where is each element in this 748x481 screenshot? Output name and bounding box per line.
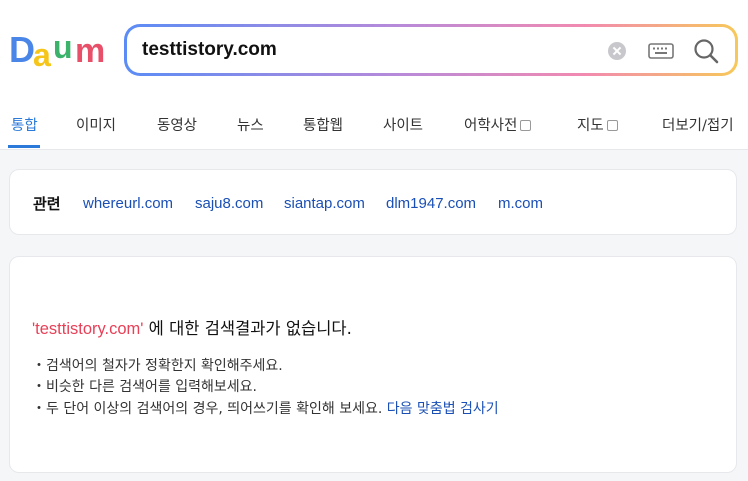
tab-more-toggle[interactable]: 더보기/접기 — [662, 114, 734, 135]
no-result-query: 'testtistory.com' — [32, 320, 144, 338]
related-link[interactable]: whereurl.com — [83, 195, 173, 212]
no-result-message: 'testtistory.com' 에 대한 검색결과가 없습니다. — [32, 319, 352, 338]
search-icon[interactable] — [691, 36, 721, 66]
related-link[interactable]: saju8.com — [195, 195, 263, 212]
search-tabs: 통합 이미지 동영상 뉴스 통합웹 사이트 어학사전 지도 더보기/접기 — [0, 98, 748, 150]
header: D a u m 통합 이미지 동영상 뉴스 통합웹 사이트 어학사전 지 — [0, 0, 748, 150]
keyboard-icon[interactable] — [647, 38, 675, 64]
spellcheck-link[interactable]: 다음 맞춤법 검사기 — [387, 401, 499, 417]
tip-item: ・비슷한 다른 검색어를 입력해보세요. — [32, 379, 257, 395]
related-label: 관련 — [33, 195, 61, 213]
tab-map[interactable]: 지도 — [577, 114, 618, 135]
clear-icon[interactable] — [608, 42, 626, 60]
tab-integrated[interactable]: 통합 — [11, 114, 38, 135]
related-searches: 관련 whereurl.com saju8.com siantap.com dl… — [9, 169, 737, 235]
tip-item: ・두 단어 이상의 검색어의 경우, 띄어쓰기를 확인해 보세요. 다음 맞춤법… — [32, 401, 499, 417]
tab-web[interactable]: 통합웹 — [303, 114, 343, 135]
search-input[interactable] — [142, 37, 562, 63]
tab-sites[interactable]: 사이트 — [383, 114, 423, 135]
svg-text:D: D — [9, 29, 35, 70]
related-link[interactable]: m.com — [498, 195, 543, 212]
daum-logo[interactable]: D a u m — [9, 28, 104, 70]
svg-text:m: m — [75, 32, 104, 70]
svg-text:a: a — [33, 37, 51, 70]
no-result-panel: 'testtistory.com' 에 대한 검색결과가 없습니다. ・검색어의… — [9, 256, 737, 473]
external-link-icon — [520, 120, 532, 131]
svg-text:u: u — [53, 29, 73, 65]
related-link[interactable]: dlm1947.com — [386, 195, 476, 212]
search-box — [124, 24, 738, 76]
tab-news[interactable]: 뉴스 — [237, 114, 264, 135]
active-tab-indicator — [8, 145, 40, 148]
tab-dictionary[interactable]: 어학사전 — [464, 114, 532, 135]
tab-images[interactable]: 이미지 — [76, 114, 116, 135]
external-link-icon — [606, 120, 618, 131]
tip-item: ・검색어의 철자가 정확한지 확인해주세요. — [32, 358, 283, 374]
tab-videos[interactable]: 동영상 — [157, 114, 197, 135]
related-link[interactable]: siantap.com — [284, 195, 365, 212]
